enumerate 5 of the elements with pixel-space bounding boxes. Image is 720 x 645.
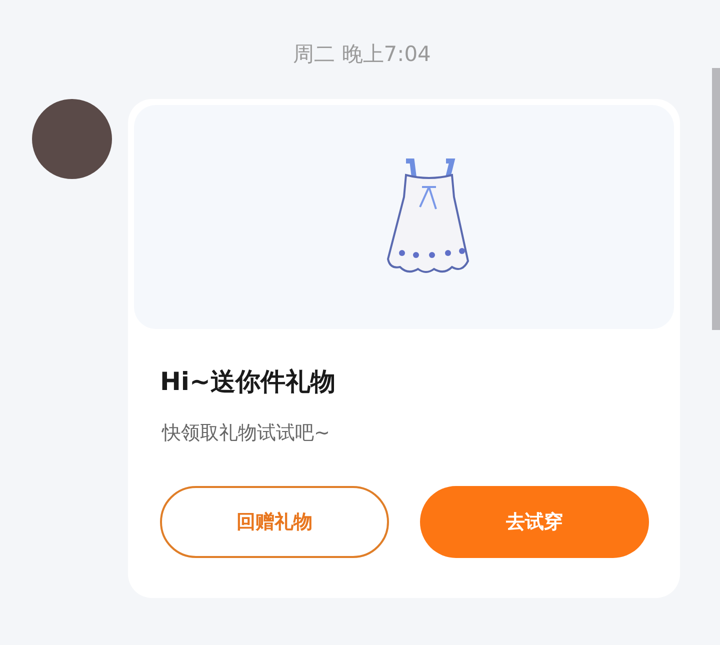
message-text: 快领取礼物试试吧~ <box>162 421 331 446</box>
gift-back-button[interactable]: 回赠礼物 <box>160 486 389 558</box>
try-on-button[interactable]: 去试穿 <box>420 486 649 558</box>
message-title: Hi~送你件礼物 <box>160 366 336 398</box>
timestamp: 周二 晚上7:04 <box>292 41 432 68</box>
